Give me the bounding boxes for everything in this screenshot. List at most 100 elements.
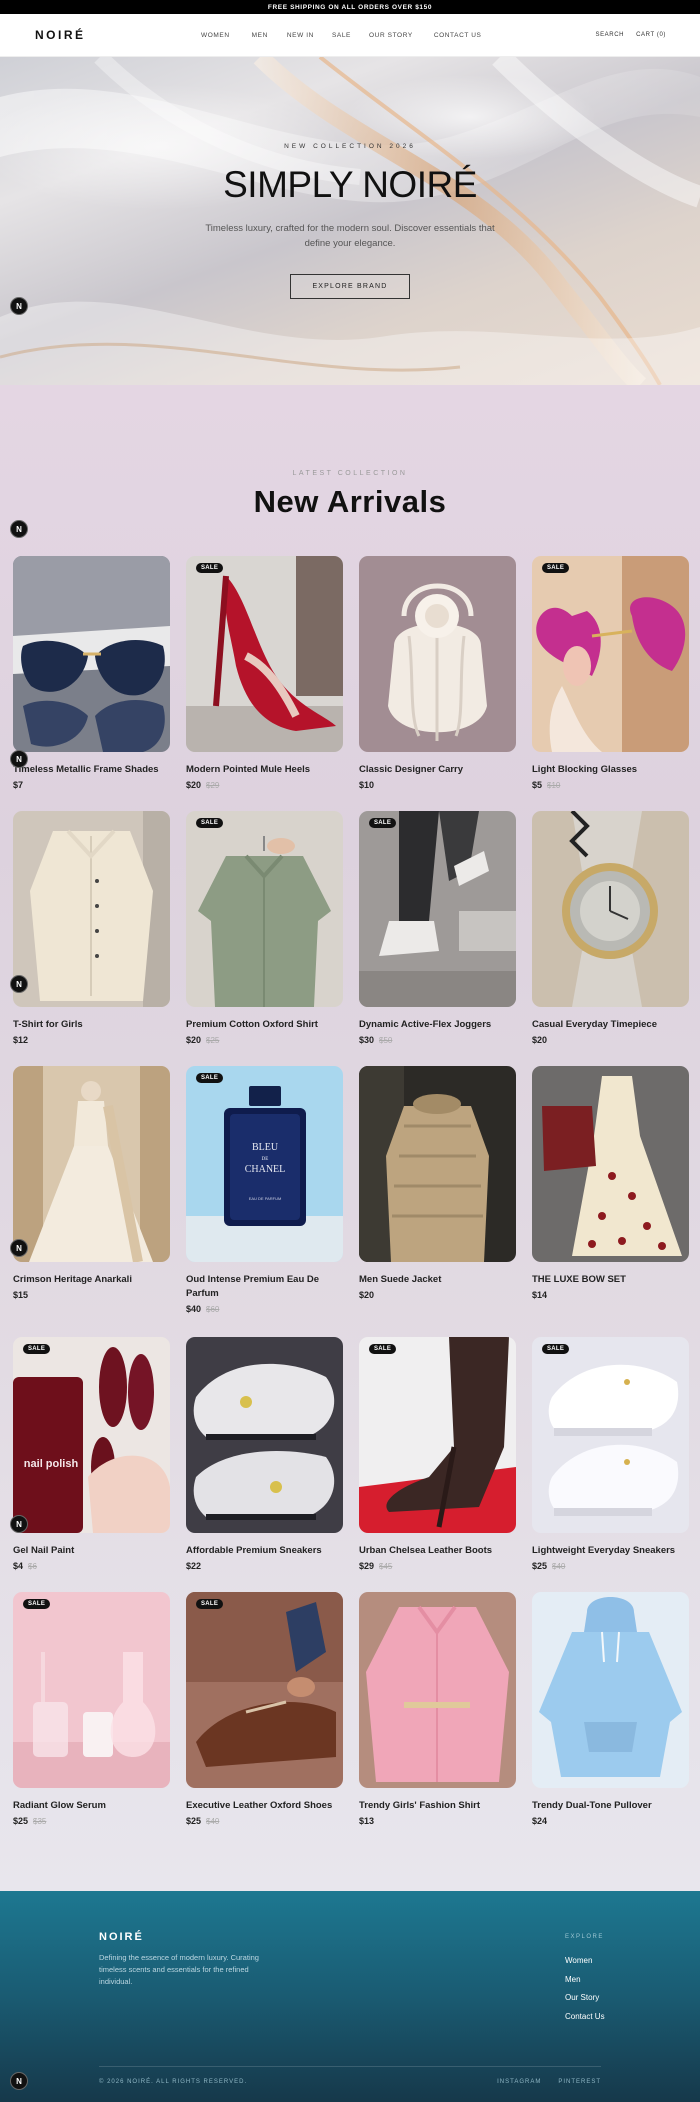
product-image[interactable]: SALE bbox=[359, 811, 516, 1007]
instagram-link[interactable]: INSTAGRAM bbox=[497, 2079, 541, 2085]
product-image[interactable]: SALE bbox=[359, 1337, 516, 1533]
product-image[interactable] bbox=[532, 1592, 689, 1788]
nav-sale[interactable]: SALE bbox=[332, 32, 351, 39]
footer-description: Defining the essence of modern luxury. C… bbox=[99, 1953, 259, 1986]
product-name[interactable]: Oud Intense Premium Eau De Parfum bbox=[186, 1273, 343, 1301]
product-name[interactable]: Affordable Premium Sneakers bbox=[186, 1544, 343, 1558]
product-price: $22 bbox=[186, 1561, 202, 1571]
header-actions: SEARCH CART (0) bbox=[595, 32, 666, 38]
product-price: $20 $29 bbox=[186, 780, 220, 790]
product-name[interactable]: Urban Chelsea Leather Boots bbox=[359, 1544, 516, 1558]
product-price: $4 $6 bbox=[13, 1561, 37, 1571]
floating-n-badge[interactable]: N bbox=[10, 1239, 28, 1257]
product-card[interactable]: SALE Urban Chelsea Leather Boots $29 $45 bbox=[359, 1337, 516, 1571]
product-card[interactable]: Crimson Heritage Anarkali $15 bbox=[13, 1066, 170, 1300]
product-card[interactable]: SALE Light Blocking Glasses $5 $10 bbox=[532, 556, 689, 790]
footer-link-our-story[interactable]: Our Story bbox=[565, 1989, 605, 2008]
product-card[interactable]: SALE nail polish Gel Nail Paint $4 $6 bbox=[13, 1337, 170, 1571]
product-card[interactable]: SALE Radiant Glow Serum $25 $35 bbox=[13, 1592, 170, 1826]
product-card[interactable]: T-Shirt for Girls $12 bbox=[13, 811, 170, 1045]
floating-n-badge[interactable]: N bbox=[10, 750, 28, 768]
product-name[interactable]: Men Suede Jacket bbox=[359, 1273, 516, 1287]
product-image[interactable] bbox=[13, 556, 170, 752]
product-card[interactable]: THE LUXE BOW SET $14 bbox=[532, 1066, 689, 1300]
product-name[interactable]: Modern Pointed Mule Heels bbox=[186, 763, 343, 777]
product-name[interactable]: Executive Leather Oxford Shoes bbox=[186, 1799, 343, 1813]
nav-contact-us[interactable]: CONTACT US bbox=[434, 32, 482, 39]
product-card[interactable]: SALE Lightweight Everyday Sneakers $25 $4… bbox=[532, 1337, 689, 1571]
product-price: $14 bbox=[532, 1290, 548, 1300]
floating-n-badge[interactable]: N bbox=[10, 520, 28, 538]
floating-n-badge[interactable]: N bbox=[10, 1515, 28, 1533]
product-image[interactable]: SALE bbox=[186, 1592, 343, 1788]
product-name[interactable]: THE LUXE BOW SET bbox=[532, 1273, 689, 1287]
product-image[interactable]: SALE bbox=[186, 556, 343, 752]
nail-paint-image: nail polish bbox=[13, 1337, 170, 1533]
product-card[interactable]: SALE Executive Leather Oxford Shoes $25 $… bbox=[186, 1592, 343, 1826]
footer-logo[interactable]: NOIRÉ bbox=[99, 1931, 144, 1943]
product-image[interactable] bbox=[532, 811, 689, 1007]
product-card[interactable]: Casual Everyday Timepiece $20 bbox=[532, 811, 689, 1045]
product-card[interactable]: Trendy Dual-Tone Pullover $24 bbox=[532, 1592, 689, 1826]
product-image[interactable] bbox=[532, 1066, 689, 1262]
floating-n-badge[interactable]: N bbox=[10, 2072, 28, 2090]
product-name[interactable]: Timeless Metallic Frame Shades bbox=[13, 763, 170, 777]
pinterest-link[interactable]: PINTEREST bbox=[558, 2079, 601, 2085]
product-card[interactable]: SALE Modern Pointed Mule Heels $20 $29 bbox=[186, 556, 343, 790]
product-name[interactable]: Trendy Girls' Fashion Shirt bbox=[359, 1799, 516, 1813]
product-name[interactable]: T-Shirt for Girls bbox=[13, 1018, 170, 1032]
product-name[interactable]: Radiant Glow Serum bbox=[13, 1799, 170, 1813]
nav-women[interactable]: WOMEN bbox=[201, 32, 230, 39]
product-name[interactable]: Classic Designer Carry bbox=[359, 763, 516, 777]
footer-link-contact-us[interactable]: Contact Us bbox=[565, 2008, 605, 2027]
product-card[interactable]: Classic Designer Carry $10 bbox=[359, 556, 516, 790]
product-card[interactable]: Men Suede Jacket $20 bbox=[359, 1066, 516, 1300]
product-image[interactable] bbox=[359, 556, 516, 752]
product-image[interactable] bbox=[13, 811, 170, 1007]
search-link[interactable]: SEARCH bbox=[595, 32, 624, 38]
perfume-bottle-image: BLEU DE CHANEL EAU DE PARFUM bbox=[186, 1066, 343, 1262]
product-price: $30 $50 bbox=[359, 1035, 393, 1045]
explore-brand-button[interactable]: EXPLORE BRAND bbox=[290, 274, 410, 299]
cart-link[interactable]: CART (0) bbox=[636, 32, 666, 38]
product-image[interactable]: SALE bbox=[13, 1592, 170, 1788]
product-image[interactable] bbox=[359, 1066, 516, 1262]
product-image[interactable] bbox=[13, 1066, 170, 1262]
product-name[interactable]: Dynamic Active-Flex Joggers bbox=[359, 1018, 516, 1032]
nav-men[interactable]: MEN bbox=[252, 32, 268, 39]
footer-link-men[interactable]: Men bbox=[565, 1971, 605, 1990]
product-price: $12 bbox=[13, 1035, 29, 1045]
product-name[interactable]: Trendy Dual-Tone Pullover bbox=[532, 1799, 689, 1813]
nav-new-in[interactable]: NEW IN bbox=[287, 32, 314, 39]
perfume-label-line2: DE bbox=[262, 1157, 269, 1162]
product-image[interactable]: SALE bbox=[532, 1337, 689, 1533]
product-card[interactable]: SALE BLEU DE CHANEL EAU DE PARFUM Oud In… bbox=[186, 1066, 343, 1314]
product-price: $25 $35 bbox=[13, 1816, 47, 1826]
nav-our-story[interactable]: OUR STORY bbox=[369, 32, 413, 39]
product-card[interactable]: Timeless Metallic Frame Shades $7 bbox=[13, 556, 170, 790]
product-price: $7 bbox=[13, 780, 24, 790]
product-card[interactable]: Affordable Premium Sneakers $22 bbox=[186, 1337, 343, 1571]
product-image[interactable]: SALE bbox=[532, 556, 689, 752]
oxford-shirt-image bbox=[186, 811, 343, 1007]
product-image[interactable]: SALE BLEU DE CHANEL EAU DE PARFUM bbox=[186, 1066, 343, 1262]
product-name[interactable]: Light Blocking Glasses bbox=[532, 763, 689, 777]
product-name[interactable]: Casual Everyday Timepiece bbox=[532, 1018, 689, 1032]
product-image[interactable] bbox=[186, 1337, 343, 1533]
product-name[interactable]: Lightweight Everyday Sneakers bbox=[532, 1544, 689, 1558]
product-name[interactable]: Premium Cotton Oxford Shirt bbox=[186, 1018, 343, 1032]
product-name[interactable]: Crimson Heritage Anarkali bbox=[13, 1273, 170, 1287]
footer-link-women[interactable]: Women bbox=[565, 1952, 605, 1971]
floating-n-badge[interactable]: N bbox=[10, 297, 28, 315]
brand-logo[interactable]: NOIRÉ bbox=[35, 28, 86, 42]
product-image[interactable] bbox=[359, 1592, 516, 1788]
everyday-sneakers-image bbox=[532, 1337, 689, 1533]
product-card[interactable]: Trendy Girls' Fashion Shirt $13 bbox=[359, 1592, 516, 1826]
product-card[interactable]: SALE Dynamic Active-Flex Joggers $30 $50 bbox=[359, 811, 516, 1045]
product-card[interactable]: SALE Premium Cotton Oxford Shirt $20 $25 bbox=[186, 811, 343, 1045]
product-image[interactable]: SALE nail polish bbox=[13, 1337, 170, 1533]
product-name[interactable]: Gel Nail Paint bbox=[13, 1544, 170, 1558]
section-title: New Arrivals bbox=[253, 484, 447, 519]
floating-n-badge[interactable]: N bbox=[10, 975, 28, 993]
product-image[interactable]: SALE bbox=[186, 811, 343, 1007]
